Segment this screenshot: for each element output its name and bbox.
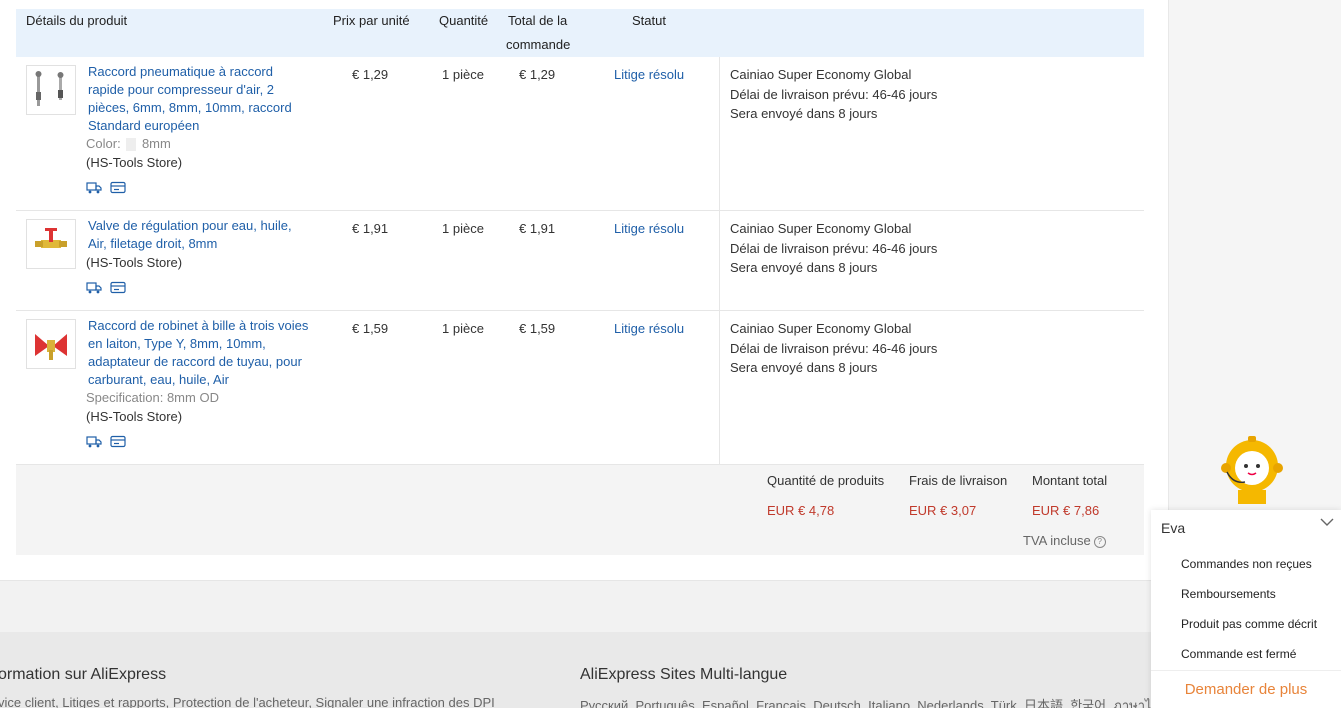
quantity: 1 pièce <box>442 67 484 82</box>
table-row: Raccord de robinet à bille à trois voies… <box>16 311 1144 465</box>
product-title-link[interactable]: Valve de régulation pour eau, huile, Air… <box>88 217 310 253</box>
chat-option-not-as-described[interactable]: Produit pas comme décrit <box>1181 617 1317 631</box>
shipping-fee-label: Frais de livraison <box>909 473 1008 488</box>
card-icon[interactable] <box>110 181 126 194</box>
shipping-truck-icon[interactable] <box>86 181 102 194</box>
table-row: Raccord pneumatique à raccord rapide pou… <box>16 57 1144 211</box>
dispute-status-link[interactable]: Litige résolu <box>614 221 684 236</box>
shipping-truck-icon[interactable] <box>86 281 102 294</box>
order-total: € 1,91 <box>519 221 556 236</box>
agent-name: Eva <box>1161 520 1186 536</box>
col-quantity: Quantité <box>439 13 489 28</box>
order-summary: Quantité de produits Frais de livraison … <box>16 465 1144 555</box>
footer-info-links[interactable]: vice client, Litiges et rapports, Protec… <box>0 695 495 708</box>
shipping-info: Cainiao Super Economy Global Délai de li… <box>730 321 938 375</box>
footer-spacer <box>0 580 1168 633</box>
help-icon[interactable]: ? <box>1093 535 1106 548</box>
store-name[interactable]: (HS-Tools Store) <box>86 255 182 270</box>
product-thumbnail[interactable] <box>26 319 76 369</box>
dispute-status-link[interactable]: Litige résolu <box>614 321 684 336</box>
unit-price: € 1,29 <box>352 67 389 82</box>
unit-price: € 1,59 <box>352 321 389 336</box>
card-icon[interactable] <box>110 435 126 448</box>
dispute-status-link[interactable]: Litige résolu <box>614 67 684 82</box>
col-status: Statut <box>632 13 666 28</box>
site-footer: ormation sur AliExpress vice client, Lit… <box>0 632 1168 708</box>
table-row: Valve de régulation pour eau, huile, Air… <box>16 211 1144 311</box>
col-unit-price: Prix par unité <box>333 13 410 28</box>
sku-swatch <box>126 138 137 152</box>
footer-info-heading: ormation sur AliExpress <box>0 666 167 683</box>
product-title-link[interactable]: Raccord pneumatique à raccord rapide pou… <box>88 63 310 135</box>
chat-option-order-closed[interactable]: Commande est fermé <box>1181 647 1296 661</box>
order-table: Détails du produit Prix par unité Quanti… <box>16 9 1144 555</box>
chat-assistant-panel: Eva Commandes non reçues Remboursements … <box>1151 510 1341 708</box>
robot-assistant-icon[interactable] <box>1218 434 1286 508</box>
shipping-info: Cainiao Super Economy Global Délai de li… <box>730 67 938 121</box>
ask-more-button[interactable]: Demander de plus <box>1151 670 1341 698</box>
product-sku: Specification: 8mm OD <box>86 390 219 405</box>
quantity: 1 pièce <box>442 221 484 236</box>
total-amount-value: EUR € 7,86 <box>1032 503 1100 518</box>
col-product-details: Détails du produit <box>26 13 128 28</box>
shipping-truck-icon[interactable] <box>86 435 102 448</box>
order-total: € 1,59 <box>519 321 556 336</box>
product-title-link[interactable]: Raccord de robinet à bille à trois voies… <box>88 317 310 389</box>
card-icon[interactable] <box>110 281 126 294</box>
table-header: Détails du produit Prix par unité Quanti… <box>16 9 1144 57</box>
shipping-fee-value: EUR € 3,07 <box>909 503 977 518</box>
chat-option-refunds[interactable]: Remboursements <box>1181 587 1276 601</box>
product-thumbnail[interactable] <box>26 219 76 269</box>
col-order-total-1: Total de la <box>508 13 568 28</box>
shipping-info: Cainiao Super Economy Global Délai de li… <box>730 221 938 275</box>
product-thumbnail[interactable] <box>26 65 76 115</box>
store-name[interactable]: (HS-Tools Store) <box>86 409 182 424</box>
vat-included: TVA incluse? <box>1023 533 1106 548</box>
quantity: 1 pièce <box>442 321 484 336</box>
chat-option-not-received[interactable]: Commandes non reçues <box>1181 557 1312 571</box>
unit-price: € 1,91 <box>352 221 389 236</box>
col-order-total-2: commande <box>506 37 571 52</box>
product-sku: Color: 8mm <box>86 136 171 152</box>
store-name[interactable]: (HS-Tools Store) <box>86 155 182 170</box>
total-amount-label: Montant total <box>1032 473 1108 488</box>
order-total: € 1,29 <box>519 67 556 82</box>
footer-sites-links[interactable]: Русский, Português, Español, Français, D… <box>580 695 1168 708</box>
chevron-down-icon[interactable] <box>1319 514 1335 535</box>
footer-sites-heading: AliExpress Sites Multi-langue <box>580 666 788 683</box>
products-amount-label: Quantité de produits <box>767 473 885 488</box>
products-amount-value: EUR € 4,78 <box>767 503 835 518</box>
